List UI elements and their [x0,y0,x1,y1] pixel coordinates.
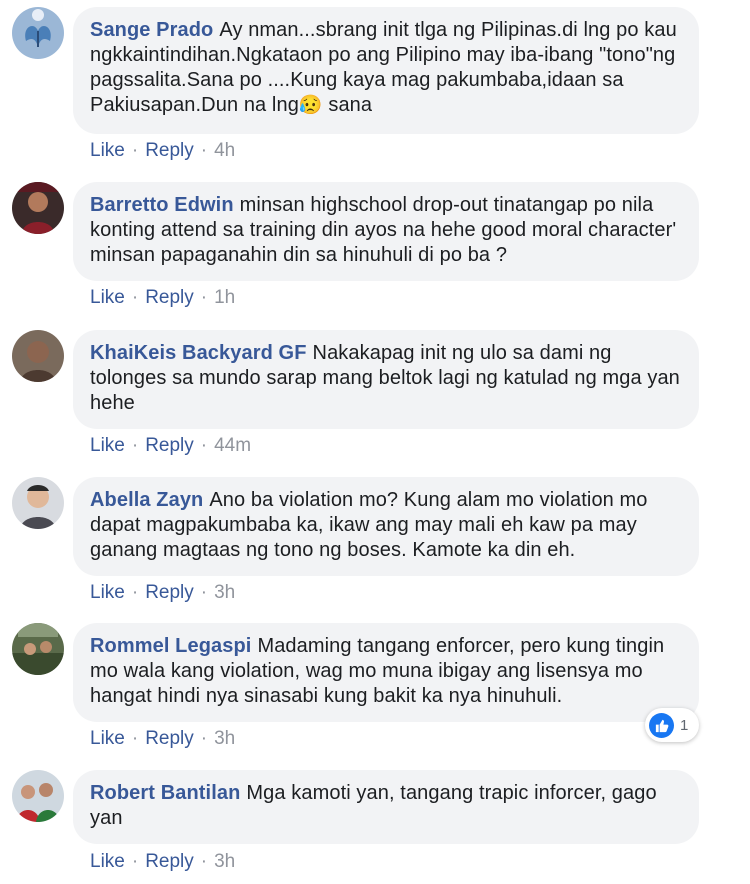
separator: · [131,287,139,308]
comment-actions: Like · Reply · 3h [90,582,235,604]
comment-bubble: Barretto Edwin minsan highschool drop-out… [73,182,699,281]
reply-link[interactable]: Reply [145,851,194,872]
separator: · [131,435,139,456]
like-link[interactable]: Like [90,582,125,603]
reply-link[interactable]: Reply [145,287,194,308]
comment-author-link[interactable]: Sange Prado [90,19,213,41]
comment-bubble: Abella Zayn Ano ba violation mo? Kung ala… [73,477,699,576]
separator: · [200,582,208,603]
thumbs-up-icon [649,712,674,738]
timestamp-link[interactable]: 4h [214,140,235,161]
comment-bubble: Rommel Legaspi Madaming tangang enforcer,… [73,623,699,722]
avatar[interactable] [12,477,64,529]
separator: · [200,435,208,456]
like-link[interactable]: Like [90,140,125,161]
separator: · [131,728,139,749]
reply-link[interactable]: Reply [145,140,194,161]
avatar[interactable] [12,770,64,822]
separator: · [200,140,208,161]
like-link[interactable]: Like [90,435,125,456]
avatar[interactable] [12,623,64,675]
comment-actions: Like · Reply · 4h [90,140,235,162]
separator: · [131,851,139,872]
avatar[interactable] [12,182,64,234]
separator: · [131,140,139,161]
comment-author-link[interactable]: Barretto Edwin [90,194,234,216]
timestamp-link[interactable]: 3h [214,851,235,872]
separator: · [131,582,139,603]
comment-bubble: Robert Bantilan Mga kamoti yan, tangang t… [73,770,699,844]
separator: · [200,287,208,308]
comment-author-link[interactable]: KhaiKeis Backyard GF [90,342,307,364]
reply-link[interactable]: Reply [145,728,194,749]
timestamp-link[interactable]: 44m [214,435,251,456]
comment-bubble: Sange Prado Ay nman...sbrang init tlga ng… [73,7,699,134]
comment-actions: Like · Reply · 1h [90,287,235,309]
separator: · [200,728,208,749]
avatar[interactable] [12,330,64,382]
comment-text-tail: sana [328,94,373,116]
timestamp-link[interactable]: 3h [214,582,235,603]
comment-author-link[interactable]: Abella Zayn [90,489,203,511]
comment-actions: Like · Reply · 3h [90,728,235,750]
reaction-count: 1 [680,716,689,734]
comment-author-link[interactable]: Robert Bantilan [90,782,240,804]
comment-actions: Like · Reply · 44m [90,435,251,457]
comment-actions: Like · Reply · 3h [90,851,235,873]
avatar[interactable] [12,7,64,59]
reaction-count-badge[interactable]: 1 [645,708,699,742]
separator: · [200,851,208,872]
reply-link[interactable]: Reply [145,582,194,603]
reply-link[interactable]: Reply [145,435,194,456]
timestamp-link[interactable]: 3h [214,728,235,749]
timestamp-link[interactable]: 1h [214,287,235,308]
comment-author-link[interactable]: Rommel Legaspi [90,635,251,657]
like-link[interactable]: Like [90,851,125,872]
like-link[interactable]: Like [90,728,125,749]
comment-bubble: KhaiKeis Backyard GF Nakakapag init ng ul… [73,330,699,429]
crying-face-emoji: 😥 [298,95,323,116]
like-link[interactable]: Like [90,287,125,308]
